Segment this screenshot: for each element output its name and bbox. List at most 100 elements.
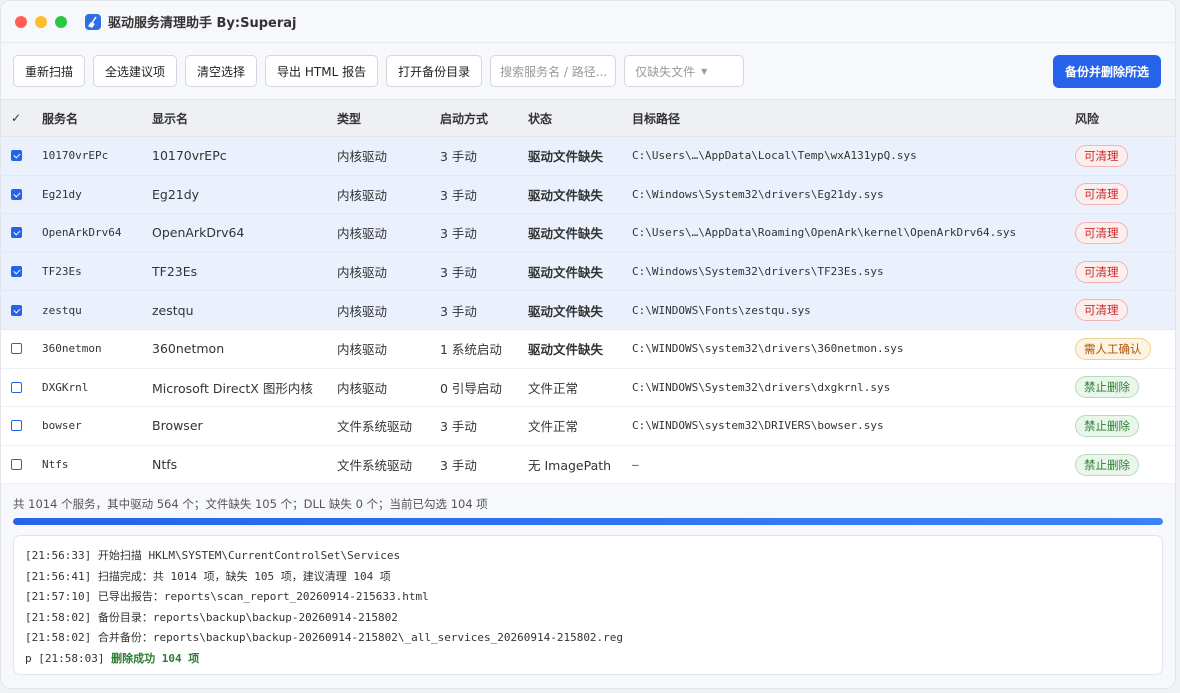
- target-path: C:\WINDOWS\system32\DRIVERS\bowser.sys: [632, 419, 884, 433]
- log-line: [21:58:02] 合并备份：reports\backup\backup-20…: [25, 631, 624, 644]
- risk-badge-cell: 可清理: [1069, 144, 1175, 167]
- file-status: 文件正常: [528, 380, 579, 396]
- table-row[interactable]: bowser Browser 文件系统驱动 3 手动 文件正常 C:\WINDOWS\sy…: [1, 407, 1175, 446]
- search-input[interactable]: 搜索服务名 / 路径...: [490, 55, 617, 87]
- log-line: [21:58:02] 备份目录：reports\backup\backup-20…: [25, 610, 398, 624]
- table-row[interactable]: 10170vrEPc 10170vrEPc 内核驱动 3 手动 驱动文件缺失 C:\Use…: [1, 137, 1175, 176]
- display-name: Microsoft DirectX 图形内核: [152, 380, 313, 396]
- target-path: C:\WINDOWS\System32\drivers\dxgkrnl.sys: [632, 380, 891, 394]
- service-type: 内核驱动: [337, 342, 388, 358]
- display-name: Eg21dy: [152, 186, 200, 202]
- select-suggested-button[interactable]: 全选建议项: [93, 55, 178, 87]
- filter-select-value: 仅缺失文件: [635, 64, 696, 79]
- zoom-window-button[interactable]: [55, 15, 67, 28]
- risk-badge-cell: 禁止删除: [1069, 376, 1175, 399]
- progress-fill: [13, 518, 1163, 525]
- start-type: 1 系统启动: [440, 342, 502, 358]
- header-name[interactable]: 服务名: [31, 110, 141, 127]
- start-type: 3 手动: [440, 419, 477, 435]
- checkbox[interactable]: [11, 459, 22, 471]
- row-checkbox[interactable]: [1, 459, 31, 471]
- header-type[interactable]: 类型: [326, 110, 429, 127]
- minimize-window-button[interactable]: [35, 15, 47, 28]
- start-type: 3 手动: [440, 458, 477, 474]
- risk-badge: 可清理: [1075, 221, 1128, 244]
- backup-delete-button[interactable]: 备份并删除所选: [1052, 54, 1161, 88]
- file-status: 驱动文件缺失: [528, 303, 604, 319]
- header-display[interactable]: 显示名: [141, 110, 326, 127]
- service-type: 内核驱动: [337, 187, 388, 203]
- checkbox[interactable]: [11, 266, 22, 278]
- scan-progress-bar: [13, 518, 1163, 525]
- log-line-prefix: p [21:58:03]: [25, 651, 112, 665]
- clear-selection-button[interactable]: 清空选择: [185, 55, 258, 87]
- table-row[interactable]: 360netmon 360netmon 内核驱动 1 系统启动 驱动文件缺失 C:\WIN…: [1, 329, 1175, 369]
- window-title: 驱动服务清理助手 By:Superaj: [108, 16, 297, 31]
- log-panel[interactable]: [21:56:33] 开始扫描 HKLM\SYSTEM\CurrentContr…: [13, 535, 1163, 675]
- display-name: OpenArkDrv64: [152, 225, 245, 241]
- checkbox[interactable]: [11, 381, 22, 393]
- checkbox[interactable]: [11, 420, 22, 432]
- checkbox[interactable]: [11, 343, 22, 355]
- table-row[interactable]: zestqu zestqu 内核驱动 3 手动 驱动文件缺失 C:\WINDOWS\Fon…: [1, 291, 1175, 330]
- table-body: 10170vrEPc 10170vrEPc 内核驱动 3 手动 驱动文件缺失 C:\Use…: [1, 137, 1175, 485]
- log-success-message: 删除成功 104 项: [111, 651, 200, 665]
- row-checkbox[interactable]: [1, 188, 31, 200]
- log-line: [21:57:10] 已导出报告：reports\scan_report_202…: [25, 590, 429, 603]
- row-checkbox[interactable]: [1, 266, 31, 278]
- service-type: 内核驱动: [337, 380, 388, 396]
- file-status: 驱动文件缺失: [528, 342, 604, 358]
- service-name: bowser: [42, 419, 82, 433]
- table-row[interactable]: DXGKrnl Microsoft DirectX 图形内核 内核驱动 0 引导启动 文…: [1, 368, 1175, 408]
- title-bar: 驱动服务清理助手 By:Superaj: [1, 1, 1175, 43]
- app-window: 驱动服务清理助手 By:Superaj 重新扫描 全选建议项 清空选择 导出 H…: [0, 0, 1176, 689]
- target-path: C:\WINDOWS\system32\drivers\360netmon.sy…: [632, 342, 904, 356]
- row-checkbox[interactable]: [1, 150, 31, 162]
- checkbox[interactable]: [11, 304, 22, 316]
- chevron-down-icon: ▼: [701, 66, 708, 76]
- open-backup-folder-button[interactable]: 打开备份目录: [386, 55, 483, 87]
- checkbox[interactable]: [11, 227, 22, 239]
- row-checkbox[interactable]: [1, 343, 31, 355]
- checkbox[interactable]: [11, 150, 22, 162]
- row-checkbox[interactable]: [1, 381, 31, 393]
- close-window-button[interactable]: [15, 15, 27, 28]
- header-check[interactable]: ✓: [1, 111, 31, 125]
- log-line: p [21:58:03] 删除成功 104 项: [25, 649, 1151, 670]
- services-table: ✓ 服务名 显示名 类型 启动方式 状态 目标路径 风险 10170vrEPc 1…: [1, 99, 1175, 485]
- header-risk[interactable]: 风险: [1069, 110, 1175, 127]
- log-line: [21:56:33] 开始扫描 HKLM\SYSTEM\CurrentContr…: [25, 549, 401, 562]
- service-name: 360netmon: [42, 342, 102, 356]
- risk-badge-cell: 可清理: [1069, 299, 1175, 322]
- checkbox[interactable]: [11, 188, 22, 200]
- export-html-button[interactable]: 导出 HTML 报告: [265, 55, 379, 87]
- row-checkbox[interactable]: [1, 304, 31, 316]
- row-checkbox[interactable]: [1, 227, 31, 239]
- header-path[interactable]: 目标路径: [621, 110, 1069, 127]
- header-status[interactable]: 状态: [517, 110, 621, 127]
- display-name: Ntfs: [152, 457, 178, 473]
- service-name: TF23Es: [42, 265, 82, 279]
- rescan-button[interactable]: 重新扫描: [13, 55, 86, 87]
- row-checkbox[interactable]: [1, 420, 31, 432]
- table-row[interactable]: TF23Es TF23Es 内核驱动 3 手动 驱动文件缺失 C:\Windows\Sys…: [1, 252, 1175, 292]
- risk-badge-cell: 需人工确认: [1069, 337, 1175, 360]
- display-name: zestqu: [152, 302, 194, 318]
- risk-badge: 需人工确认: [1075, 337, 1151, 360]
- target-path: C:\Users\…\AppData\Roaming\OpenArk\kerne…: [632, 226, 1017, 240]
- service-name: OpenArkDrv64: [42, 226, 122, 240]
- table-row[interactable]: Ntfs Ntfs 文件系统驱动 3 手动 无 ImagePath – 禁止删除: [1, 445, 1175, 485]
- display-name: 360netmon: [152, 341, 225, 357]
- start-type: 3 手动: [440, 303, 477, 319]
- risk-badge-cell: 可清理: [1069, 183, 1175, 206]
- filter-select[interactable]: 仅缺失文件 ▼: [624, 55, 745, 87]
- header-start[interactable]: 启动方式: [429, 110, 517, 127]
- start-type: 3 手动: [440, 226, 477, 242]
- table-row[interactable]: OpenArkDrv64 OpenArkDrv64 内核驱动 3 手动 驱动文件缺失 C:…: [1, 214, 1175, 253]
- table-row[interactable]: Eg21dy Eg21dy 内核驱动 3 手动 驱动文件缺失 C:\Windows\Sys…: [1, 175, 1175, 215]
- log-line: [21:56:41] 扫描完成：共 1014 项，缺失 105 项，建议清理 1…: [25, 569, 391, 583]
- start-type: 3 手动: [440, 149, 477, 165]
- target-path: C:\Users\…\AppData\Local\Temp\wxA131ypQ.…: [632, 149, 917, 163]
- service-type: 内核驱动: [337, 149, 388, 165]
- start-type: 3 手动: [440, 265, 477, 281]
